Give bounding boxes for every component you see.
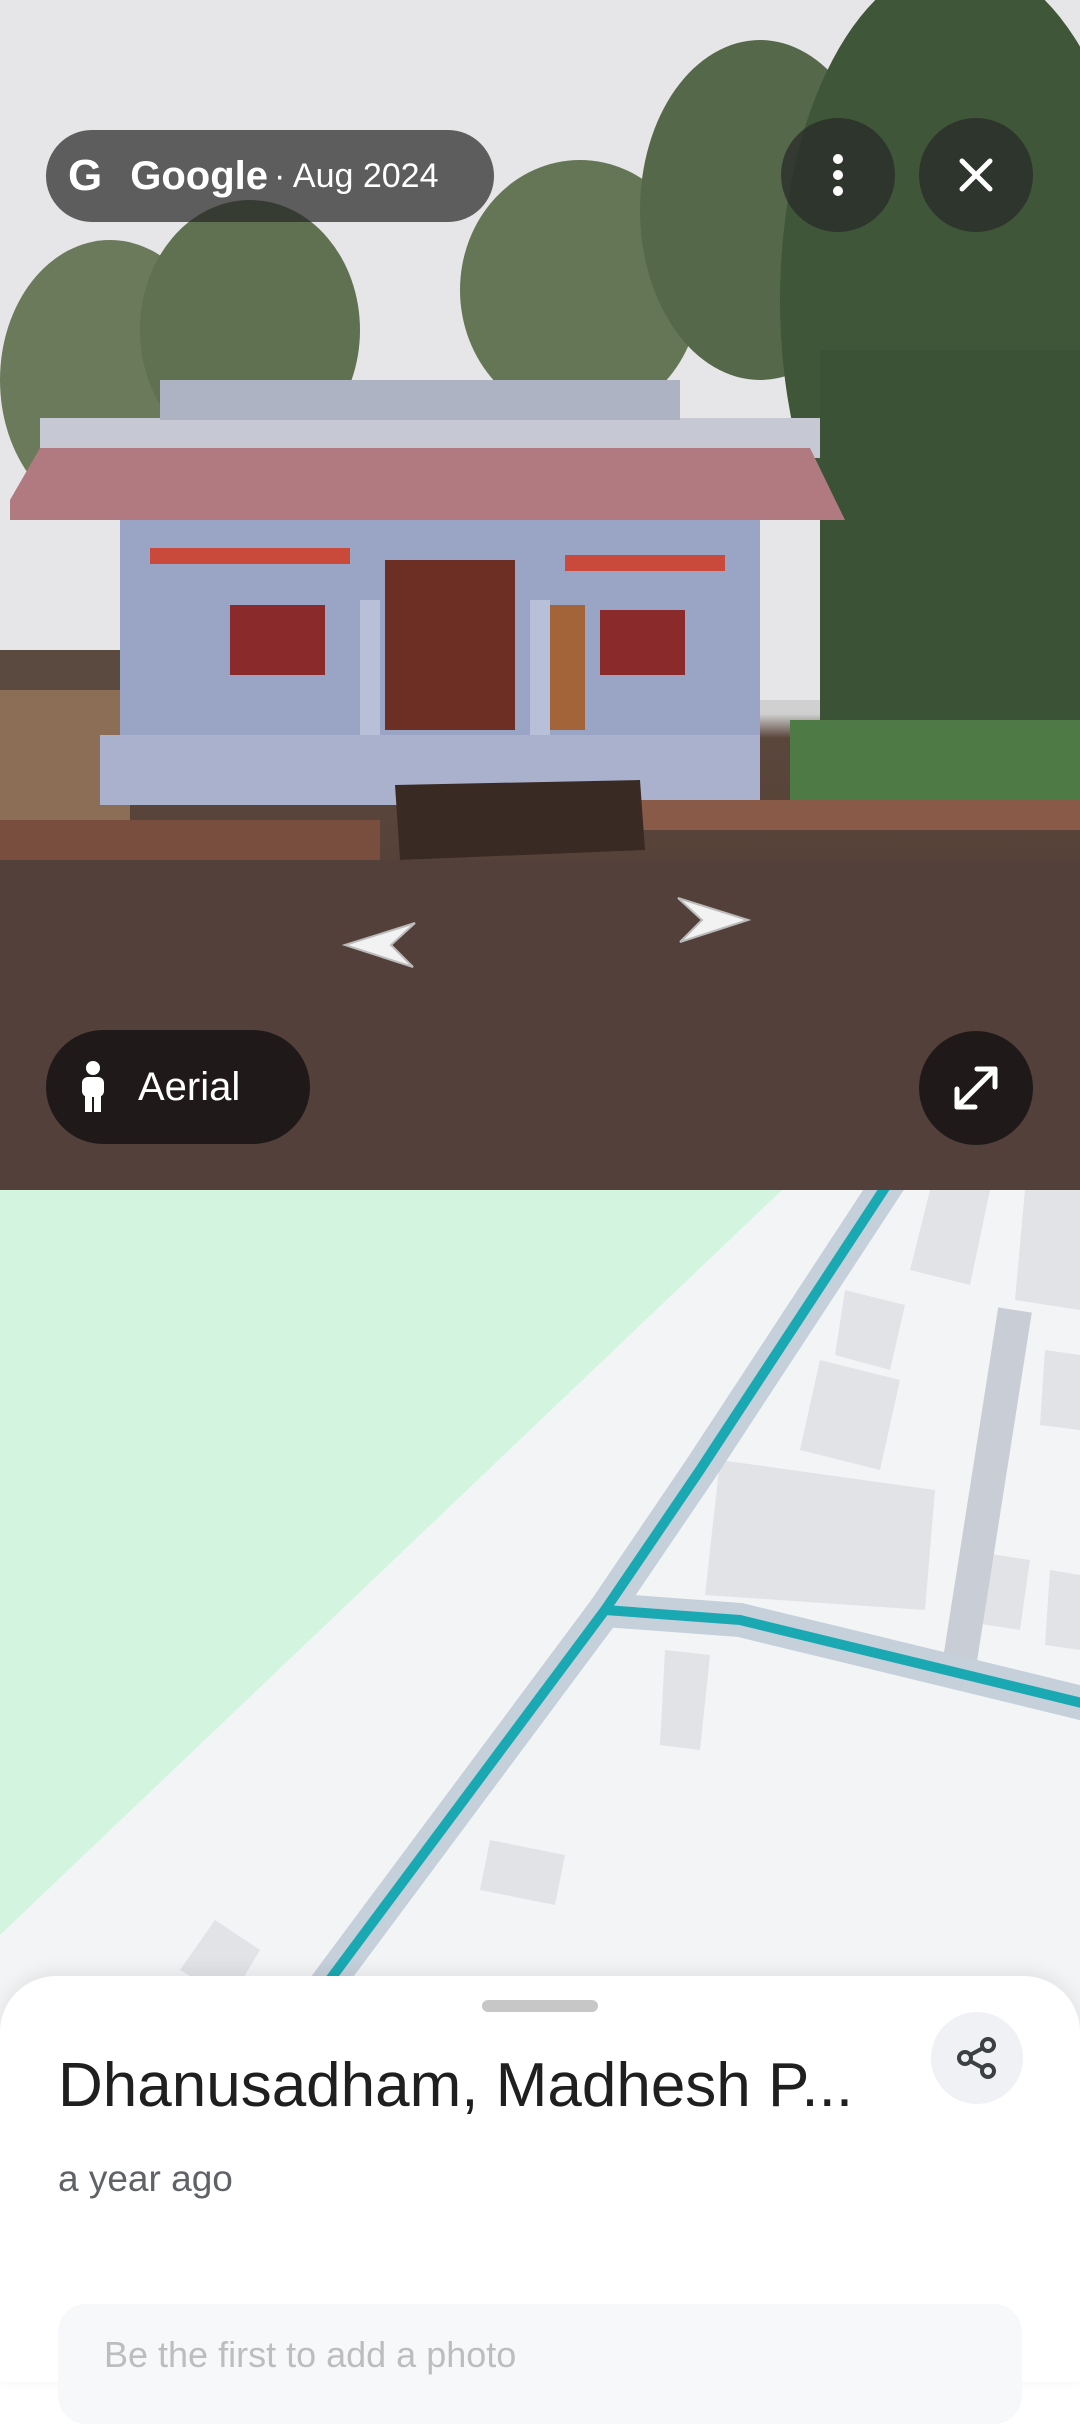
imagery-attribution[interactable]: G Google · Aug 2024 [46,130,494,222]
google-logo-icon: G [68,151,103,200]
add-photo-prompt: Be the first to add a photo [104,2334,517,2375]
more-vertical-icon [833,154,843,196]
navigate-left-arrow[interactable] [335,915,425,975]
pegman-icon [82,1061,104,1112]
more-options-button[interactable] [781,118,895,232]
imagery-age: a year ago [58,2158,233,2199]
close-button[interactable] [919,118,1033,232]
close-icon [959,158,993,192]
drag-handle[interactable] [482,2000,598,2012]
expand-icon [954,1066,998,1110]
place-title: Dhanusadham, Madhesh P... [58,2051,854,2120]
navigate-right-arrow[interactable] [668,890,758,950]
park-area [0,1190,782,1935]
add-photo-card[interactable]: Be the first to add a photo [58,2304,1022,2424]
place-bottom-sheet[interactable]: Dhanusadham, Madhesh P... a year ago Be … [0,1976,1080,2424]
attribution-brand: Google [130,153,269,198]
aerial-button[interactable]: Aerial [46,1030,310,1144]
share-icon [957,2037,996,2079]
street-view-panorama[interactable]: G Google · Aug 2024 Aerial [0,0,1080,1190]
aerial-label: Aerial [138,1064,241,1109]
share-button[interactable] [931,2012,1023,2104]
capture-date: · Aug 2024 [274,156,439,195]
fullscreen-button[interactable] [919,1031,1033,1145]
